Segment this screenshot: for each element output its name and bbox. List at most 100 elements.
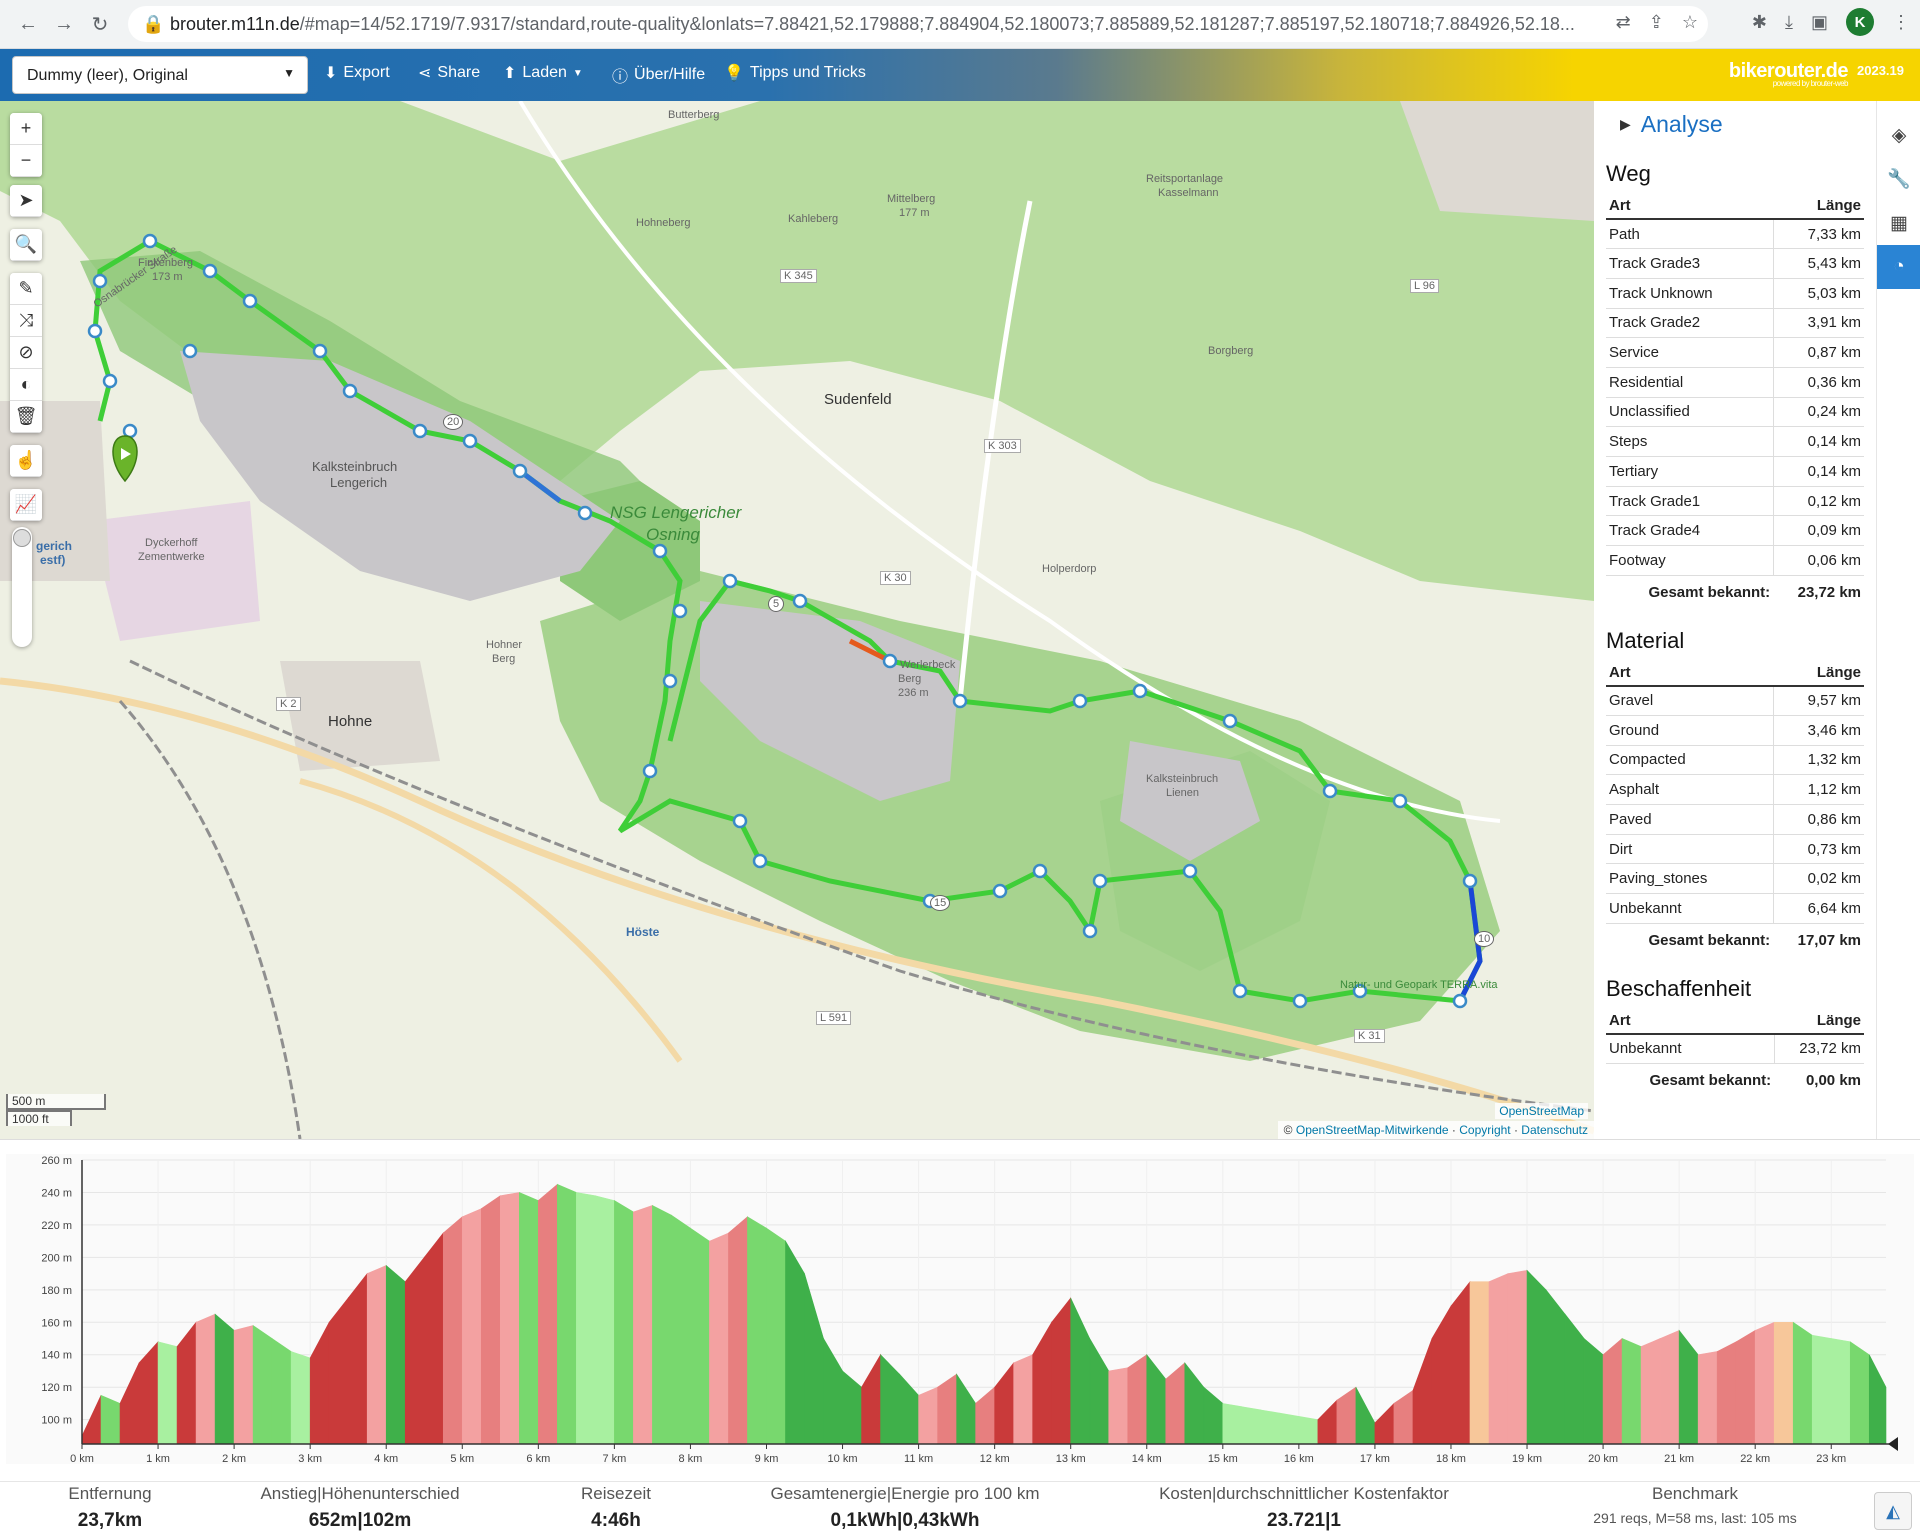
elevation-segment [1032, 1321, 1052, 1445]
locate-icon[interactable]: ➤ [10, 185, 42, 217]
hand-control: ☝ [10, 445, 42, 477]
layers-icon[interactable]: ◈ [1877, 113, 1920, 157]
row-length: 0,14 km [1772, 426, 1864, 457]
row-type: Asphalt [1606, 774, 1774, 805]
lock-icon[interactable]: 🔒 [142, 14, 164, 35]
elevation-segment [1279, 1412, 1300, 1445]
search-icon[interactable]: 🔍 [10, 229, 42, 261]
load-button[interactable]: ⬆ Laden ▼ [503, 63, 583, 83]
export-button[interactable]: ⬇ Export [324, 63, 390, 83]
load-label: Laden [522, 64, 567, 81]
forward-icon[interactable]: → [48, 8, 80, 40]
translate-icon[interactable]: ⇄ [1616, 12, 1631, 33]
elevation-segment [1070, 1297, 1091, 1445]
poi-icon[interactable]: ◐ [10, 369, 42, 401]
x-tick-label: 21 km [1664, 1453, 1694, 1465]
x-tick-label: 13 km [1056, 1453, 1086, 1465]
shuffle-icon[interactable]: ⤨ [10, 305, 42, 337]
back-icon[interactable]: ← [12, 8, 44, 40]
export-label: Export [343, 64, 390, 81]
profile-select[interactable]: Dummy (leer), Original ▼ [12, 56, 308, 94]
table-icon[interactable]: ▦ [1877, 201, 1920, 245]
osm-contributors-link[interactable]: OpenStreetMap-Mitwirkende [1296, 1123, 1449, 1137]
share-page-icon[interactable]: ⇪ [1649, 12, 1664, 33]
sidepanel-icon[interactable]: ▣ [1811, 12, 1828, 33]
total-label: Gesamt bekannt: [1649, 1071, 1772, 1089]
end-marker-icon [1888, 1437, 1898, 1451]
row-length: 3,91 km [1772, 308, 1864, 339]
elevation-segment [1545, 1288, 1566, 1445]
brand-logo[interactable]: bikerouter.de powered by brouter-web [1729, 60, 1849, 88]
road-shield: K 31 [1354, 1029, 1385, 1043]
table-row: Ground 3,46 km [1606, 715, 1864, 746]
elevation-segment [709, 1232, 729, 1445]
elevation-segment [290, 1351, 311, 1445]
elevation-segment [1678, 1329, 1699, 1445]
chart-line-icon[interactable]: 📈 [10, 489, 42, 521]
total-label: Gesamt bekannt: [1648, 583, 1771, 601]
elevation-svg[interactable]: 100 m 120 m 140 m 160 m 180 m 200 m 220 m 240 m… [0, 1140, 1920, 1482]
zoom-out-button[interactable]: − [10, 145, 42, 177]
download-icon[interactable]: ⤓ [1785, 12, 1793, 33]
address-bar[interactable]: 🔒 brouter.m11n.de/#map=14/52.1719/7.9317… [128, 6, 1708, 42]
weg-title: Weg [1606, 161, 1651, 186]
material-title: Material [1606, 627, 1685, 653]
elevation-segment [994, 1361, 1014, 1445]
energy-value: 0,1kWh|0,43kWh [830, 1510, 980, 1531]
elevation-segment [119, 1362, 140, 1445]
bookmark-star-icon[interactable]: ☆ [1682, 12, 1698, 33]
slider-knob[interactable] [13, 529, 31, 547]
about-help-button[interactable]: ⓘ Über/Hilfe [612, 63, 705, 87]
map-label: Höste [626, 925, 660, 939]
locate-control: ➤ [10, 185, 42, 217]
map[interactable]: Butterberg Hohneberg Kahleberg Mittelber… [0, 101, 1594, 1139]
row-length: 23,72 km [1773, 1033, 1864, 1064]
total-value: 0,00 km [1805, 1071, 1861, 1089]
row-type: Unbekannt [1606, 893, 1774, 924]
toggle-elevation-button[interactable]: ◭ [1874, 1492, 1912, 1530]
map-label: Butterberg [668, 109, 720, 121]
elevation-segment [157, 1341, 178, 1445]
x-tick-label: 23 km [1816, 1453, 1846, 1465]
col-length: Länge [1773, 193, 1864, 220]
search-control: 🔍 [10, 229, 42, 261]
privacy-link[interactable]: Datenschutz [1521, 1123, 1588, 1137]
upload-icon: ⬆ [503, 65, 517, 82]
map-label: Holperdorp [1042, 563, 1097, 575]
browser-menu-icon[interactable]: ⋮ [1892, 12, 1910, 33]
scale-imperial: 1000 ft [6, 1110, 72, 1126]
extensions-icon[interactable]: ✱ [1752, 12, 1767, 33]
col-length: Länge [1774, 1007, 1864, 1035]
hand-pointer-icon[interactable]: ☝ [10, 445, 42, 477]
reload-icon[interactable]: ↻ [84, 8, 116, 40]
pencil-icon[interactable]: ✎ [10, 273, 42, 305]
pie-chart-icon[interactable]: ◔ [1877, 245, 1920, 289]
copyright-link[interactable]: Copyright [1459, 1123, 1510, 1137]
elevation-chart[interactable]: 100 m 120 m 140 m 160 m 180 m 200 m 220 m 240 m… [0, 1139, 1920, 1481]
start-marker-icon[interactable] [112, 435, 138, 483]
elevation-segment [880, 1354, 900, 1445]
map-label: Borgberg [1208, 345, 1254, 357]
opacity-slider[interactable] [12, 527, 32, 647]
row-length: 9,57 km [1772, 685, 1864, 716]
map-label: gerich [36, 539, 73, 553]
map-label: Osning [646, 525, 700, 544]
no-go-icon[interactable]: ⊘ [10, 337, 42, 369]
zoom-in-button[interactable]: + [10, 113, 42, 145]
elevation-segment [747, 1216, 767, 1445]
trash-icon[interactable]: 🗑 [10, 401, 42, 433]
x-tick-label: 6 km [526, 1453, 550, 1465]
osm-link[interactable]: OpenStreetMap [1495, 1103, 1588, 1119]
wrench-icon[interactable]: 🔧 [1877, 157, 1920, 201]
avatar[interactable]: K [1846, 8, 1874, 36]
elevation-segment [480, 1195, 501, 1445]
elevation-segment [1469, 1281, 1490, 1445]
row-type: Ground [1606, 715, 1774, 746]
y-tick-label: 120 m [41, 1382, 72, 1394]
row-length: 7,33 km [1772, 219, 1864, 250]
share-button[interactable]: ⋖ Share [418, 63, 480, 83]
tips-button[interactable]: 💡 Tipps und Tricks [724, 63, 866, 83]
analyse-header[interactable]: ▶ Analyse [1606, 109, 1876, 139]
elevation-segment [442, 1216, 463, 1445]
analysis-sidebar: ▶ Analyse Weg Art Länge Path 7,33 km Track… [1594, 101, 1876, 1139]
